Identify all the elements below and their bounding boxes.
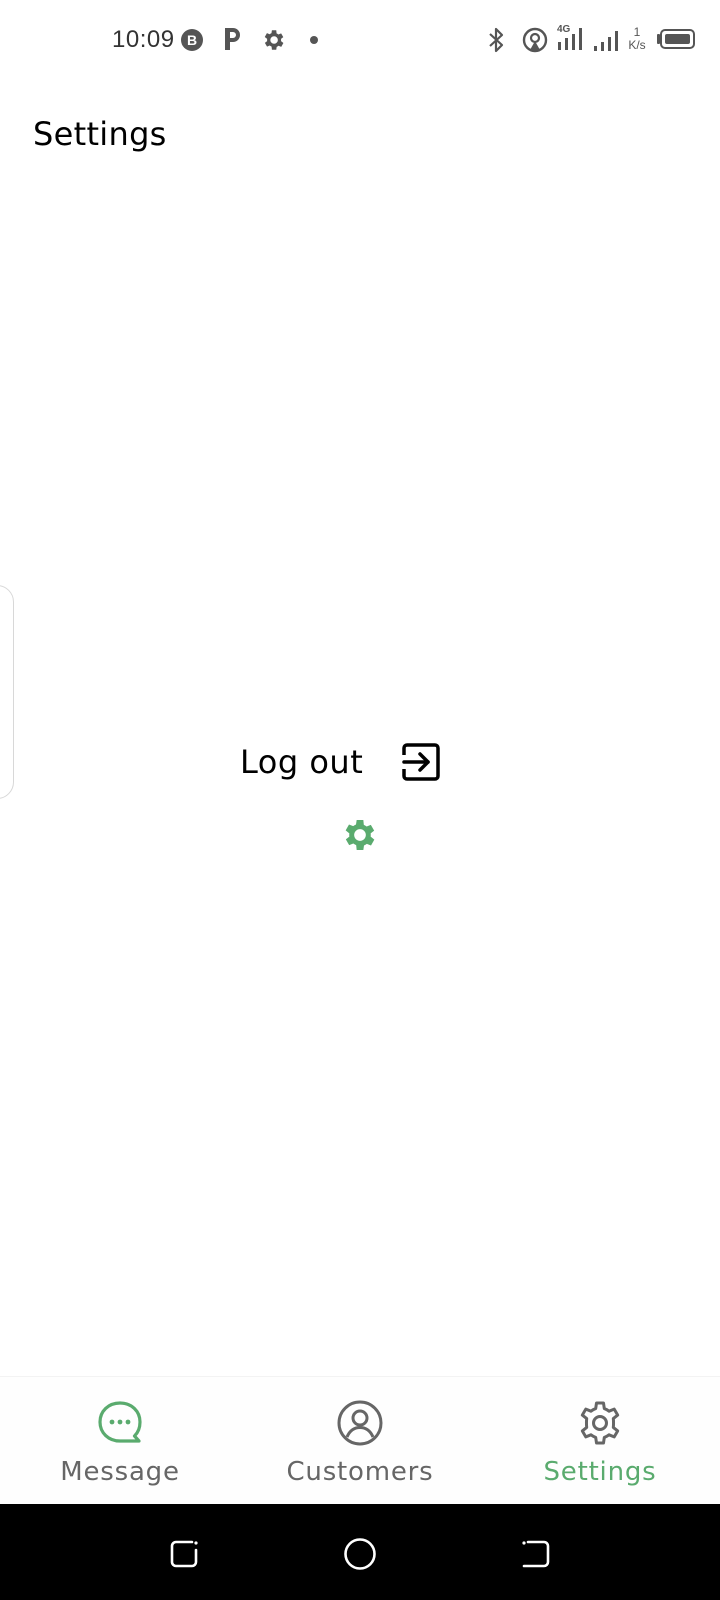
hotspot-icon: [522, 27, 548, 53]
bluetooth-icon: [489, 27, 504, 53]
tab-customers[interactable]: Customers: [260, 1377, 460, 1505]
net-speed-unit: K/s: [628, 38, 646, 52]
status-bar: 10:09 B 4G 1 K/s: [0, 0, 720, 80]
chat-bubble-icon: [98, 1401, 142, 1443]
back-button[interactable]: [518, 1536, 554, 1572]
b-circle-icon: B: [181, 29, 203, 51]
system-nav-bar: [0, 1504, 720, 1600]
p-icon: [225, 28, 240, 50]
user-circle-icon: [337, 1400, 383, 1446]
tab-message-label: Message: [60, 1457, 180, 1487]
logout-button[interactable]: Log out: [240, 738, 441, 786]
tab-message[interactable]: Message: [20, 1377, 220, 1505]
home-button[interactable]: [342, 1536, 378, 1572]
tab-customers-label: Customers: [286, 1457, 434, 1487]
gear-icon: [580, 1401, 620, 1445]
battery-icon: [657, 29, 695, 49]
signal-4g-icon: 4G: [557, 24, 582, 50]
gear-icon: [264, 30, 284, 50]
net-speed: 1 K/s: [624, 26, 650, 52]
dot-icon: [310, 36, 318, 44]
status-time: 10:09: [112, 26, 175, 53]
logout-icon: [401, 743, 440, 781]
page-title: Settings: [33, 115, 167, 153]
logout-label: Log out: [240, 743, 364, 781]
edge-panel-handle[interactable]: [0, 585, 14, 799]
svg-text:B: B: [187, 32, 197, 48]
bottom-nav: Message Customers Settings: [0, 1376, 720, 1504]
tab-settings[interactable]: Settings: [500, 1377, 700, 1505]
loading-gear-icon: [345, 820, 375, 850]
signal-icon: [594, 31, 618, 51]
svg-text:4G: 4G: [557, 24, 571, 35]
recents-button[interactable]: [166, 1536, 202, 1572]
tab-settings-label: Settings: [543, 1457, 657, 1487]
